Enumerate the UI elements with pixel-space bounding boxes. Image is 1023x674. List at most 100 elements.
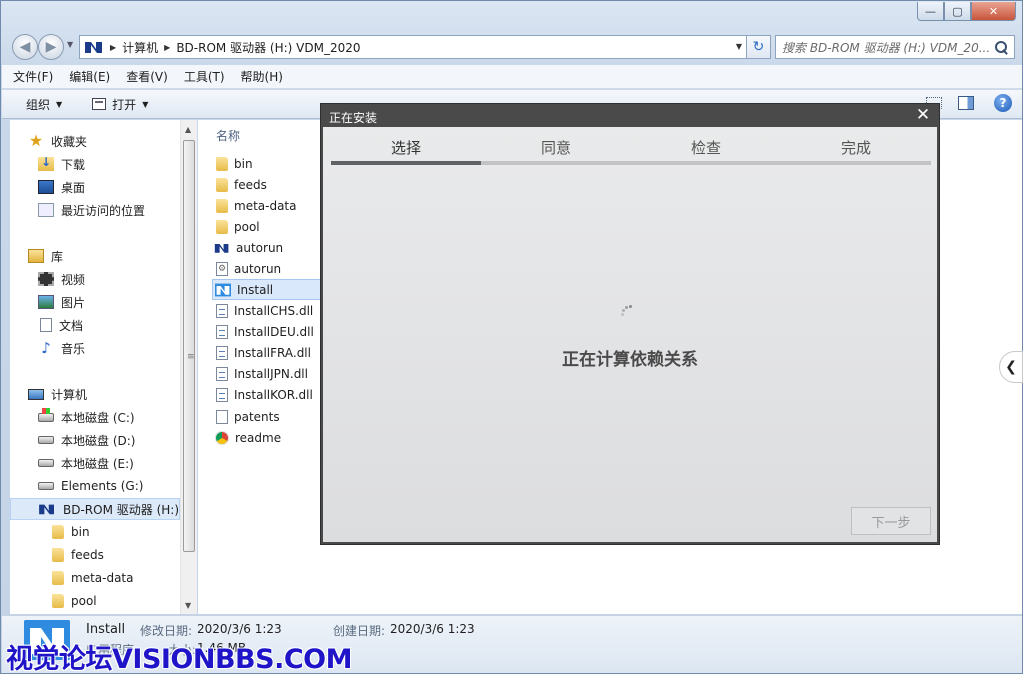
libraries-icon — [28, 249, 44, 263]
grip-icon: ≡ — [187, 352, 195, 362]
column-header-name[interactable]: 名称 — [216, 127, 240, 144]
file-item-patents[interactable]: patents — [214, 406, 280, 427]
nav-label: 视频 — [61, 272, 86, 287]
file-name: readme — [235, 430, 282, 445]
file-item-autorun-inf[interactable]: autorun — [214, 258, 281, 279]
menu-help[interactable]: 帮助(H) — [241, 68, 283, 85]
nav-favorites[interactable]: ★ 收藏夹 — [28, 130, 87, 152]
breadcrumb-drive[interactable]: BD-ROM 驱动器 (H:) VDM_2020 — [176, 39, 360, 56]
nav-item-videos[interactable]: 视频 — [38, 268, 85, 290]
text-file-icon — [216, 409, 228, 424]
chrome-html-icon — [215, 430, 229, 445]
file-item-installdeu[interactable]: InstallDEU.dll — [214, 321, 314, 342]
open-button[interactable]: 打开 ▼ — [92, 96, 148, 113]
watermark: 视觉论坛VISIONBBS.COM — [6, 644, 352, 674]
next-button[interactable]: 下一步 — [851, 507, 931, 535]
file-item-feeds[interactable]: feeds — [214, 174, 267, 195]
scroll-up-arrow[interactable]: ▲ — [185, 125, 191, 134]
nav-computer[interactable]: 计算机 — [28, 383, 87, 405]
documents-icon — [40, 318, 52, 332]
forward-button[interactable]: ▶ — [38, 34, 64, 60]
nav-subfolder-pool[interactable]: pool — [50, 590, 97, 612]
nav-subfolder-feeds[interactable]: feeds — [50, 544, 104, 566]
file-item-bin[interactable]: bin — [214, 153, 253, 174]
file-list: 名称 bin feeds meta-data pool autorun auto… — [198, 120, 322, 614]
file-name: InstallDEU.dll — [234, 324, 314, 339]
file-item-meta-data[interactable]: meta-data — [214, 195, 297, 216]
ni-logo-icon — [215, 283, 231, 296]
nav-label: 下载 — [61, 157, 86, 172]
back-button[interactable]: ◀ — [12, 34, 38, 60]
dll-file-icon — [216, 387, 228, 402]
scrollbar-thumb[interactable]: ≡ — [183, 140, 195, 552]
file-item-pool[interactable]: pool — [214, 216, 260, 237]
nav-label: 文档 — [59, 318, 84, 333]
nav-label: 计算机 — [51, 387, 88, 402]
menu-file[interactable]: 文件(F) — [13, 68, 53, 85]
file-item-installkor[interactable]: InstallKOR.dll — [214, 384, 313, 405]
scroll-down-arrow[interactable]: ▼ — [185, 601, 191, 610]
menu-view[interactable]: 查看(V) — [126, 68, 168, 85]
install-status-text: 正在计算依赖关系 — [562, 350, 698, 370]
breadcrumb-separator[interactable]: ▶ — [110, 43, 116, 52]
nav-item-drive-e[interactable]: 本地磁盘 (E:) — [38, 452, 134, 474]
nav-item-drive-d[interactable]: 本地磁盘 (D:) — [38, 429, 135, 451]
nav-subfolder-bin[interactable]: bin — [50, 521, 90, 543]
pictures-icon — [38, 295, 54, 309]
file-item-installchs[interactable]: InstallCHS.dll — [214, 300, 313, 321]
address-bar[interactable]: ▶ 计算机 ▶ BD-ROM 驱动器 (H:) VDM_2020 ▼ — [79, 35, 747, 59]
nav-item-desktop[interactable]: 桌面 — [38, 176, 85, 198]
nav-item-downloads[interactable]: 下载 — [38, 153, 85, 175]
file-name: Install — [237, 282, 274, 297]
file-name: InstallCHS.dll — [234, 303, 314, 318]
file-name: meta-data — [234, 198, 297, 213]
refresh-button[interactable]: ↻ — [747, 35, 771, 59]
nav-label: bin — [71, 525, 90, 539]
menu-tools[interactable]: 工具(T) — [184, 68, 225, 85]
maximize-button[interactable]: ▢ — [944, 2, 971, 21]
nav-label: 图片 — [61, 295, 86, 310]
close-button[interactable]: ✕ — [971, 2, 1016, 21]
menu-edit[interactable]: 编辑(E) — [69, 68, 110, 85]
organize-button[interactable]: 组织 ▼ — [26, 96, 62, 113]
address-dropdown[interactable]: ▼ — [736, 42, 742, 51]
file-item-autorun-exe[interactable]: autorun — [214, 237, 283, 258]
nav-item-drive-c[interactable]: 本地磁盘 (C:) — [38, 406, 135, 428]
folder-icon — [52, 594, 64, 608]
step-progress-fill — [331, 161, 481, 165]
nav-libraries[interactable]: 库 — [28, 245, 63, 267]
hard-drive-icon — [38, 459, 54, 467]
nav-label: 收藏夹 — [51, 134, 88, 149]
details-created-value: 2020/3/6 1:23 — [390, 622, 475, 636]
navigation-scrollbar[interactable]: ▲ ≡ ▼ — [180, 120, 197, 614]
nav-item-drive-h[interactable]: BD-ROM 驱动器 (H:) — [10, 498, 180, 520]
nav-item-pictures[interactable]: 图片 — [38, 291, 85, 313]
file-item-installjpn[interactable]: InstallJPN.dll — [214, 363, 308, 384]
nav-item-music[interactable]: ♪ 音乐 — [38, 337, 85, 359]
nav-item-recent[interactable]: 最近访问的位置 — [38, 199, 145, 221]
breadcrumb-separator[interactable]: ▶ — [164, 43, 170, 52]
flyout-chevron-left-icon[interactable]: ❮ — [999, 351, 1023, 383]
search-icon — [994, 40, 1008, 54]
video-icon — [38, 272, 54, 286]
search-placeholder: 搜索 BD-ROM 驱动器 (H:) VDM_20... — [782, 40, 991, 55]
dialog-close-icon[interactable]: ✕ — [914, 106, 932, 124]
details-modified-value: 2020/3/6 1:23 — [197, 622, 282, 636]
file-item-install[interactable]: Install — [212, 279, 322, 300]
desktop-icon — [38, 180, 54, 194]
nav-item-drive-g[interactable]: Elements (G:) — [38, 475, 143, 497]
breadcrumb-computer[interactable]: 计算机 — [122, 39, 158, 56]
recent-pages-dropdown[interactable]: ▼ — [67, 40, 73, 49]
file-item-readme[interactable]: readme — [214, 427, 281, 448]
help-icon[interactable]: ? — [994, 94, 1012, 112]
loading-spinner-icon — [619, 303, 635, 319]
minimize-button[interactable]: — — [917, 2, 944, 21]
details-file-name: Install — [86, 622, 126, 637]
nav-subfolder-meta-data[interactable]: meta-data — [50, 567, 134, 589]
search-input[interactable]: 搜索 BD-ROM 驱动器 (H:) VDM_20... — [775, 35, 1015, 59]
nav-item-documents[interactable]: 文档 — [38, 314, 83, 336]
recent-places-icon — [38, 203, 54, 217]
nav-label: Elements (G:) — [61, 479, 144, 493]
preview-pane-icon[interactable] — [958, 96, 974, 110]
file-item-installfra[interactable]: InstallFRA.dll — [214, 342, 311, 363]
